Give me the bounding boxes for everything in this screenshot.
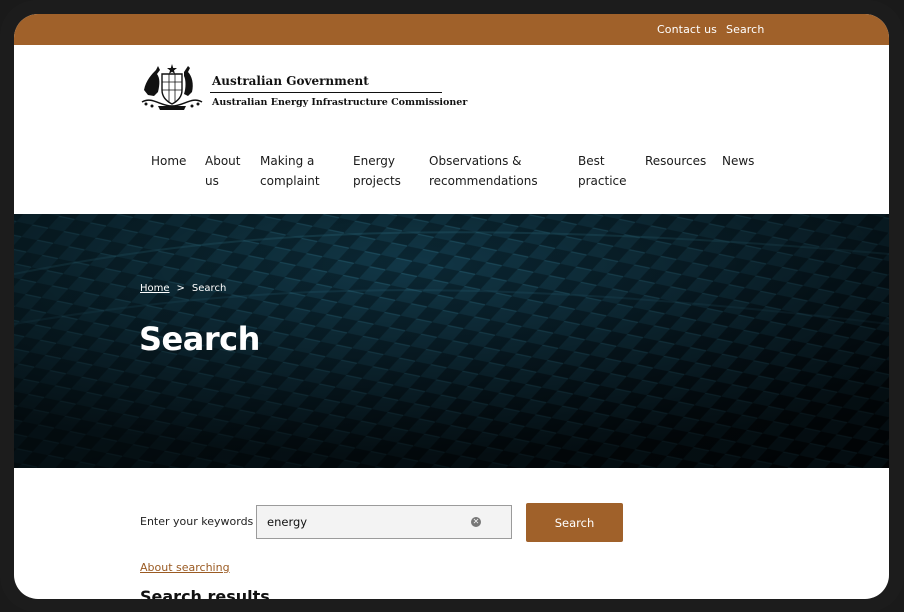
keywords-label: Enter your keywords [140,515,254,528]
browser-viewport: Contact us Search Australian Government … [14,14,889,599]
nav-item-news[interactable]: News [722,151,754,171]
page-title: Search [139,320,260,358]
keywords-input[interactable] [267,515,457,529]
search-button[interactable]: Search [526,503,623,542]
contact-us-link[interactable]: Contact us [657,23,717,36]
clear-icon[interactable]: ✕ [471,517,481,527]
breadcrumb-current: Search [191,283,227,294]
utility-search-link[interactable]: Search [726,23,764,36]
logo-government-name: Australian Government [212,74,369,88]
nav-item-best-practice[interactable]: Best practice [578,151,627,191]
breadcrumb-home-link[interactable]: Home [140,283,170,294]
logo-agency-name: Australian Energy Infrastructure Commiss… [212,97,468,108]
search-results-heading: Search results [140,587,270,599]
about-searching-link[interactable]: About searching [140,561,230,574]
nav-item-about-us[interactable]: About us [205,151,240,191]
hero-banner: Home > Search Search [14,214,889,468]
nav-item-energy-projects[interactable]: Energy projects [353,151,401,191]
site-logo[interactable]: Australian Government Australian Energy … [138,62,467,112]
device-frame: Contact us Search Australian Government … [0,0,904,612]
nav-item-observations[interactable]: Observations & recommendations [429,151,538,191]
nav-item-resources[interactable]: Resources [645,151,706,171]
nav-item-making-a-complaint[interactable]: Making a complaint [260,151,320,191]
logo-divider [210,92,442,93]
keywords-input-wrapper: ✕ [256,505,512,539]
nav-item-home[interactable]: Home [151,151,186,171]
chevron-right-icon: > [176,283,185,294]
utility-bar: Contact us Search [14,14,889,45]
coat-of-arms-icon [141,64,203,110]
breadcrumb: Home > Search [140,283,226,294]
